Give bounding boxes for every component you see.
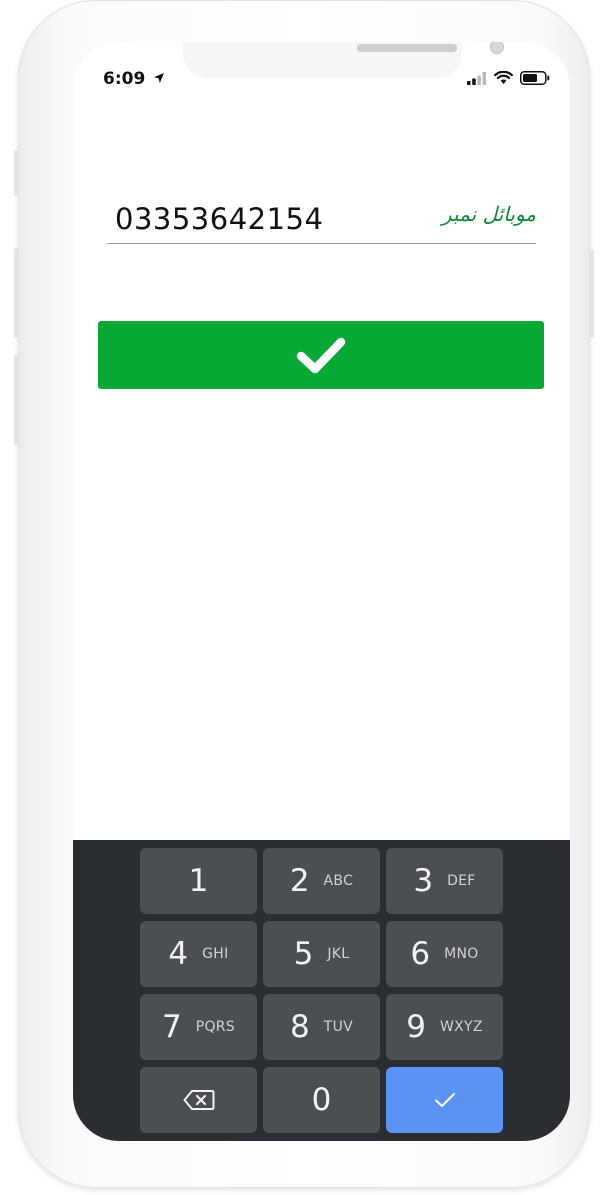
phone-volume-down-button (14, 355, 18, 445)
key-4[interactable]: 4 GHI (140, 921, 257, 987)
key-1[interactable]: 1 (140, 848, 257, 914)
key-letters: GHI (202, 946, 229, 962)
key-digit: 6 (410, 936, 431, 972)
numeric-keypad: 1 2 ABC 3 DEF 4 GHI 5 JKL 6 MNO 7 PQRS 8… (73, 840, 570, 1141)
key-letters: TUV (323, 1019, 353, 1035)
checkmark-icon (434, 1093, 455, 1107)
backspace-icon (183, 1090, 214, 1110)
key-digit: 1 (188, 863, 209, 899)
key-6[interactable]: 6 MNO (386, 921, 503, 987)
key-letters: PQRS (195, 1019, 235, 1035)
app-screen: 6:09 03353642154 موبائل نمبر 1 2 ABC 3 D… (73, 42, 570, 1141)
key-digit: 3 (413, 863, 434, 899)
key-7[interactable]: 7 PQRS (140, 994, 257, 1060)
phone-frame: 6:09 03353642154 موبائل نمبر 1 2 ABC 3 D… (14, 0, 594, 1188)
mobile-number-label: موبائل نمبر (442, 202, 536, 226)
wifi-icon (494, 71, 513, 84)
key-letters: WXYZ (439, 1019, 483, 1035)
key-letters: MNO (444, 946, 479, 962)
status-time: 6:09 (103, 69, 146, 89)
backspace-key[interactable] (140, 1067, 257, 1133)
key-digit: 2 (289, 863, 310, 899)
key-letters: ABC (323, 873, 354, 889)
signal-bars-icon (467, 71, 487, 85)
key-digit: 0 (311, 1082, 332, 1118)
key-digit: 4 (168, 936, 189, 972)
key-2[interactable]: 2 ABC (263, 848, 380, 914)
checkmark-icon (296, 337, 346, 374)
key-5[interactable]: 5 JKL (263, 921, 380, 987)
done-key[interactable] (386, 1067, 503, 1133)
key-8[interactable]: 8 TUV (263, 994, 380, 1060)
phone-volume-up-button (14, 248, 18, 338)
key-letters: JKL (327, 946, 350, 962)
key-digit: 9 (406, 1009, 426, 1045)
status-indicators (467, 71, 550, 85)
phone-side-button (14, 150, 18, 196)
notch (183, 42, 504, 78)
key-3[interactable]: 3 DEF (386, 848, 503, 914)
front-camera (490, 42, 504, 54)
speaker-grille (357, 44, 457, 52)
key-0[interactable]: 0 (263, 1067, 380, 1133)
key-digit: 8 (289, 1009, 310, 1045)
key-digit: 7 (161, 1009, 182, 1045)
phone-power-button (590, 250, 594, 338)
key-letters: DEF (447, 873, 476, 889)
key-9[interactable]: 9 WXYZ (386, 994, 503, 1060)
mobile-number-value[interactable]: 03353642154 (115, 202, 323, 236)
submit-button[interactable] (98, 321, 544, 389)
key-digit: 5 (293, 936, 314, 972)
battery-icon (520, 71, 550, 85)
mobile-number-field[interactable]: 03353642154 موبائل نمبر (107, 197, 536, 244)
location-arrow-icon (154, 73, 164, 83)
